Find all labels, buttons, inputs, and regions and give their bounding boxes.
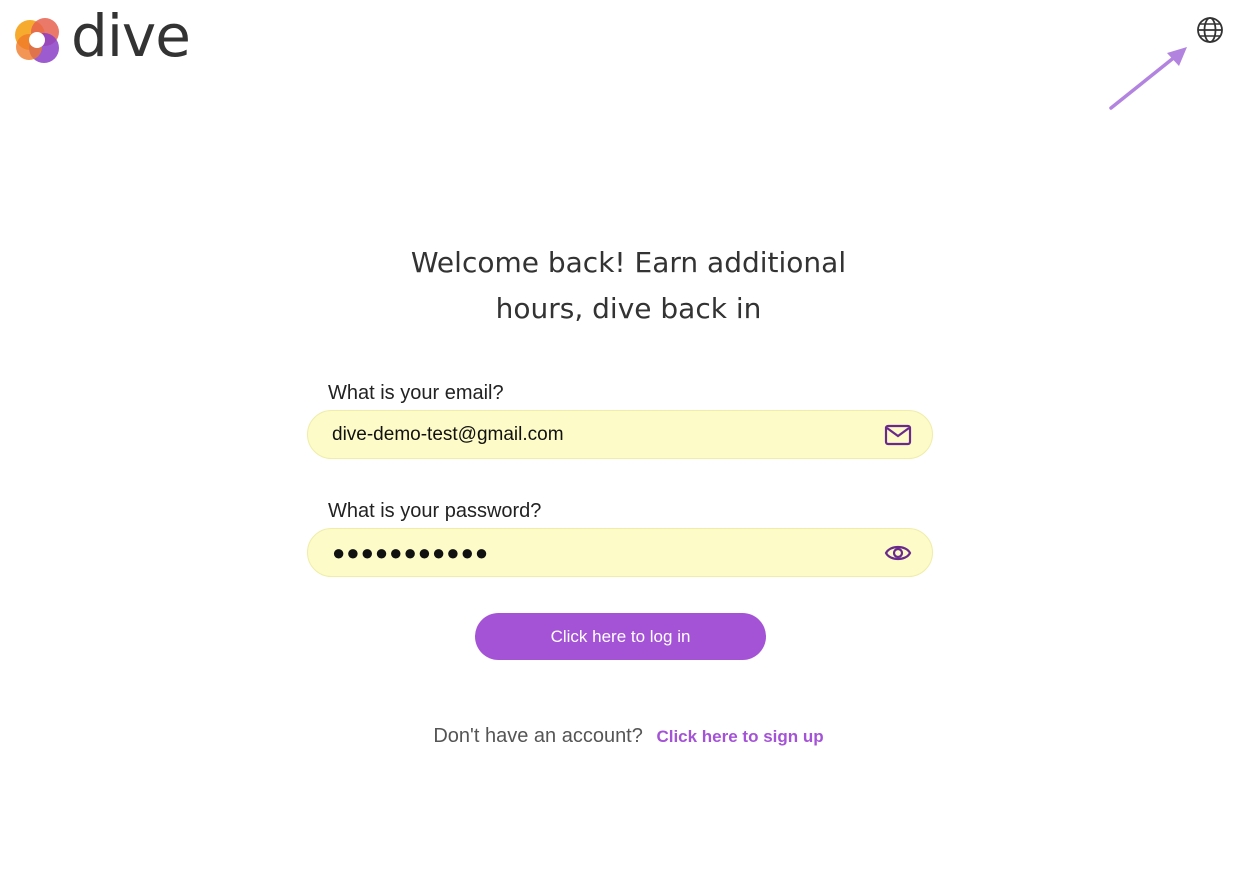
password-label: What is your password? [328, 500, 542, 522]
eye-icon[interactable] [884, 540, 912, 566]
signup-link[interactable]: Click here to sign up [656, 727, 823, 746]
pointer-arrow-icon [1109, 47, 1187, 110]
page-title: Welcome back! Earn additional hours, div… [0, 240, 1257, 332]
signup-prompt: Don't have an account? Click here to sig… [0, 725, 1257, 748]
no-account-text: Don't have an account? [433, 725, 643, 747]
password-field-value[interactable]: ●●●●●●●●●●● [332, 529, 489, 576]
logo-text: dive [71, 2, 191, 70]
page-title-line-1: Welcome back! Earn additional [410, 246, 847, 279]
password-field[interactable]: ●●●●●●●●●●● [307, 528, 933, 577]
email-label: What is your email? [328, 382, 504, 404]
dive-logo[interactable]: dive [13, 6, 191, 70]
page-title-line-2: hours, dive back in [495, 292, 762, 325]
envelope-icon [884, 424, 912, 446]
email-field[interactable]: dive-demo-test@gmail.com [307, 410, 933, 459]
login-button[interactable]: Click here to log in [475, 613, 766, 660]
email-field-value[interactable]: dive-demo-test@gmail.com [332, 411, 564, 458]
login-page: dive Welcome back! Earn additional hours… [0, 0, 1257, 871]
dive-logo-icon [15, 18, 59, 63]
globe-icon[interactable] [1195, 15, 1225, 45]
